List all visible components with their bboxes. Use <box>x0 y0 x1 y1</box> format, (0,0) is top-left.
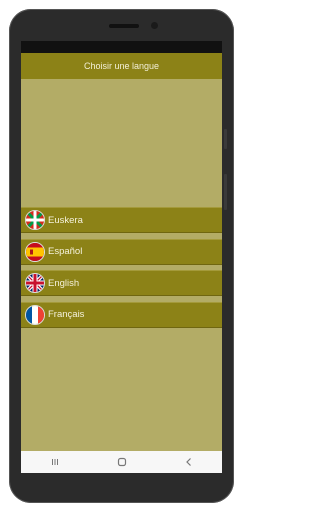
page-title: Choisir une langue <box>83 61 160 71</box>
language-label: Español <box>48 246 83 257</box>
uk-flag-icon <box>25 273 45 293</box>
home-icon[interactable] <box>111 454 133 470</box>
language-label: Français <box>48 309 85 320</box>
app-header: Choisir une langue <box>21 53 222 79</box>
language-item-francais[interactable]: Français <box>21 301 222 328</box>
language-list: Euskera Español English Français <box>21 207 222 333</box>
spain-flag-icon <box>25 241 45 262</box>
volume-button <box>224 174 227 210</box>
basque-flag-icon <box>25 210 45 230</box>
language-item-espanol[interactable]: Español <box>21 238 222 265</box>
status-bar <box>21 41 222 53</box>
language-label: English <box>48 277 80 289</box>
phone-screen: Choisir une langue Euskera Español Engli… <box>21 41 222 473</box>
language-item-english[interactable]: English <box>21 270 222 296</box>
power-button <box>224 129 227 149</box>
france-flag-icon <box>25 304 45 325</box>
app-content: Choisir une langue Euskera Español Engli… <box>21 53 222 451</box>
language-item-euskera[interactable]: Euskera <box>21 207 222 233</box>
recent-apps-icon[interactable] <box>44 454 66 470</box>
language-label: Euskera <box>48 214 83 226</box>
back-icon[interactable] <box>178 454 200 470</box>
front-camera <box>151 22 158 29</box>
speaker-grille <box>109 24 139 28</box>
navigation-bar <box>21 451 222 473</box>
